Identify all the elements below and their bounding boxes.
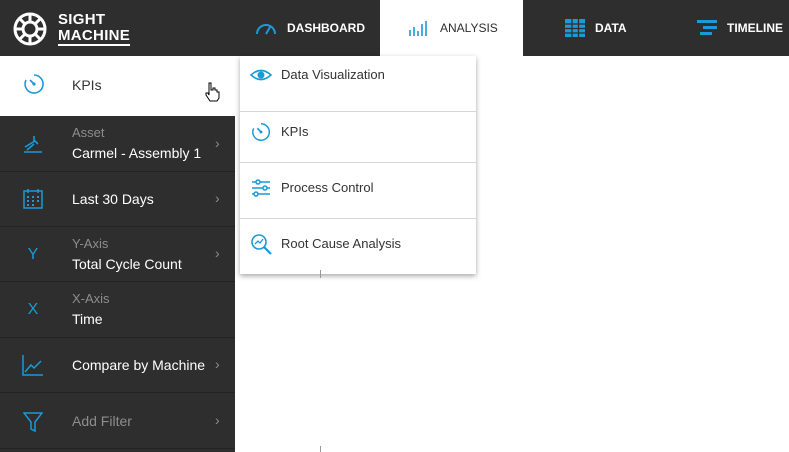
menu-item-process-control[interactable]: Process Control [240, 163, 476, 219]
asset-label: Asset [72, 125, 105, 140]
eye-icon [250, 69, 272, 81]
filter-icon [20, 409, 46, 435]
y-axis-icon: Y [27, 246, 39, 263]
chevron-right-icon: › [215, 412, 220, 428]
asset-icon [20, 131, 46, 157]
chevron-right-icon: › [215, 245, 220, 261]
tab-analysis[interactable]: ANALYSIS [380, 0, 523, 56]
menu-item-data-visualization[interactable]: Data Visualization [240, 56, 476, 112]
chevron-right-icon: › [215, 356, 220, 372]
tab-data-label: DATA [595, 21, 627, 35]
menu-item-root-cause-analysis[interactable]: Root Cause Analysis [240, 219, 476, 275]
sliders-icon [252, 179, 270, 197]
tab-dashboard-label: DASHBOARD [287, 21, 365, 35]
tab-data[interactable]: DATA [565, 0, 627, 56]
chart-axis-tick [320, 446, 321, 452]
chevron-right-icon: › [215, 190, 220, 206]
calendar-icon [20, 186, 46, 212]
brand-name: SIGHT MACHINE [58, 11, 131, 46]
hand-cursor-icon [205, 82, 220, 102]
x-axis-value: Time [72, 311, 103, 327]
sidebar-item-add-filter[interactable]: Add Filter › [0, 393, 235, 449]
asset-value: Carmel - Assembly 1 [72, 145, 202, 161]
speedometer-icon [256, 24, 276, 35]
analysis-dropdown-menu: Data Visualization KPIs Process Control … [240, 56, 476, 274]
tab-timeline-label: TIMELINE [727, 21, 783, 35]
timeline-icon [697, 20, 717, 35]
top-navbar: SIGHT MACHINE DASHBOARD ANALYSIS DATA TI… [0, 0, 789, 56]
sidebar-item-date-range[interactable]: Last 30 Days › [0, 172, 235, 227]
chart-axis-tick [320, 270, 321, 278]
gauge-icon [24, 74, 44, 94]
tab-dashboard[interactable]: DASHBOARD [255, 0, 365, 56]
brand-logo[interactable]: SIGHT MACHINE [12, 9, 131, 49]
gear-logo-icon [13, 12, 47, 46]
date-range-value: Last 30 Days [72, 191, 154, 207]
sidebar-item-y-axis[interactable]: Y Y-Axis Total Cycle Count › [0, 227, 235, 282]
menu-item-label: Data Visualization [281, 67, 385, 82]
add-filter-label: Add Filter [72, 413, 132, 429]
line-chart-icon [20, 352, 46, 378]
chevron-right-icon: › [215, 135, 220, 151]
brand-line1: SIGHT [58, 11, 106, 28]
search-chart-icon [251, 234, 272, 255]
x-axis-label: X-Axis [72, 291, 110, 306]
sidebar-item-kpis-label: KPIs [72, 77, 102, 93]
compare-value: Compare by Machine [72, 357, 206, 373]
sidebar-item-x-axis[interactable]: X X-Axis Time [0, 282, 235, 338]
y-axis-value: Total Cycle Count [72, 256, 182, 272]
x-axis-icon: X [27, 301, 39, 318]
gauge-icon [252, 123, 270, 141]
sidebar-item-compare[interactable]: Compare by Machine › [0, 338, 235, 393]
menu-item-label: Process Control [281, 180, 374, 195]
tab-analysis-label: ANALYSIS [440, 21, 498, 35]
sidebar-item-asset[interactable]: Asset Carmel - Assembly 1 › [0, 116, 235, 172]
tab-timeline[interactable]: TIMELINE [697, 0, 783, 56]
bar-chart-icon [409, 21, 427, 36]
y-axis-label: Y-Axis [72, 236, 109, 251]
menu-item-label: KPIs [281, 124, 309, 139]
table-icon [565, 19, 585, 37]
menu-item-kpis[interactable]: KPIs [240, 107, 476, 163]
brand-line2: MACHINE [58, 27, 131, 46]
menu-item-label: Root Cause Analysis [281, 236, 401, 251]
